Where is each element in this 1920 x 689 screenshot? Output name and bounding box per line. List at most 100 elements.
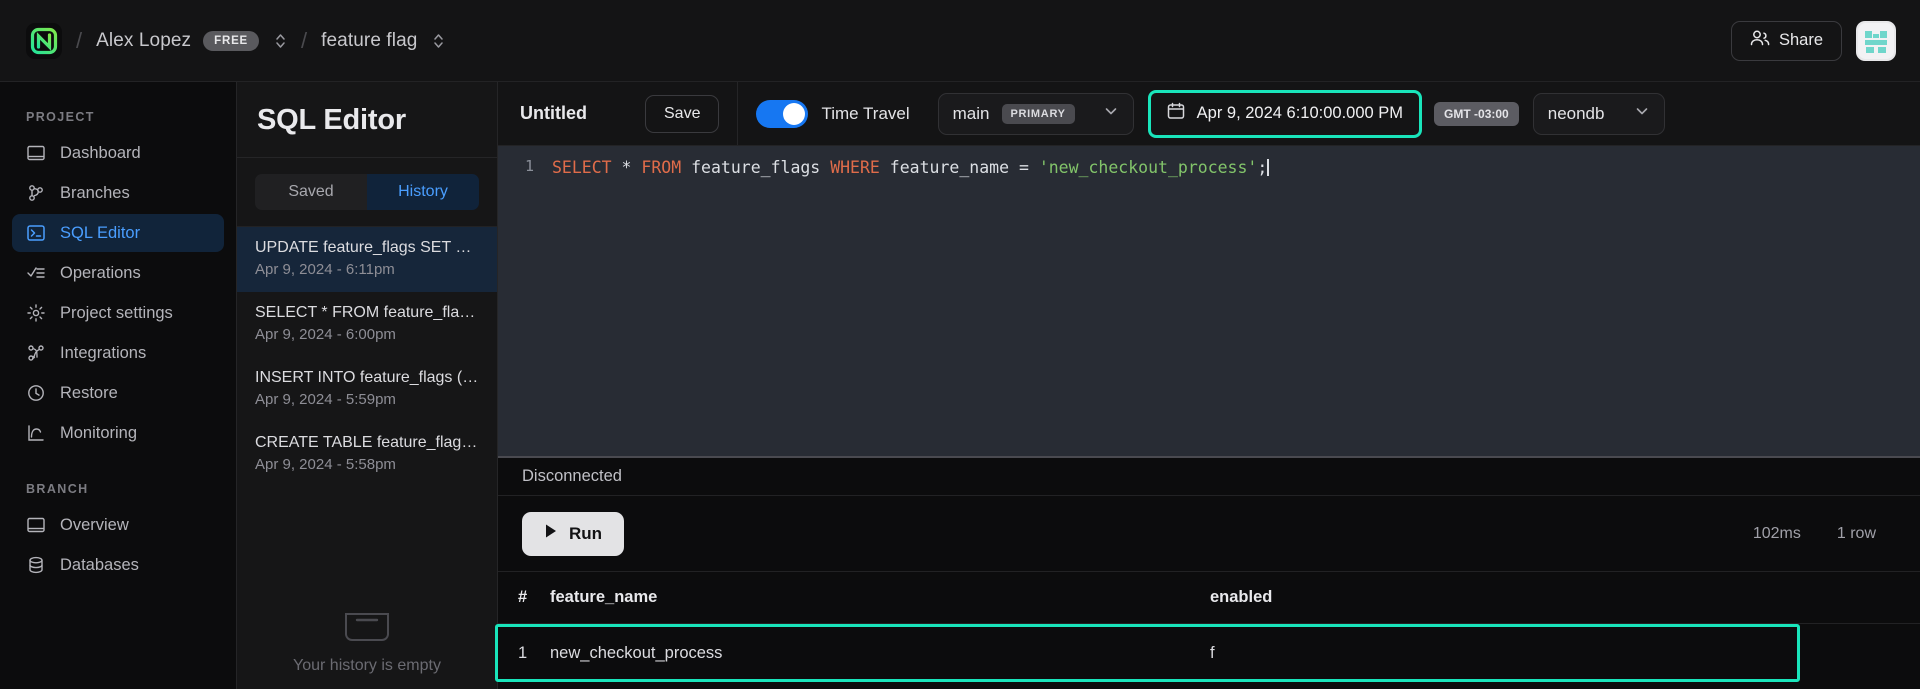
account-switcher-icon[interactable] <box>273 31 287 51</box>
tab-history[interactable]: History <box>367 174 479 210</box>
history-timestamp: Apr 9, 2024 - 6:00pm <box>255 326 479 343</box>
body-container: PROJECT Dashboard Branches SQL Editor <box>0 82 1920 689</box>
page-title: SQL Editor <box>237 82 497 158</box>
datetime-picker[interactable]: Apr 9, 2024 6:10:00.000 PM <box>1153 95 1417 133</box>
save-button[interactable]: Save <box>645 95 719 133</box>
share-button[interactable]: Share <box>1731 21 1842 61</box>
database-icon <box>26 555 46 575</box>
integrations-icon <box>26 343 46 363</box>
breadcrumb-separator-1: / <box>76 28 82 54</box>
branch-segment: main PRIMARY <box>928 82 1140 145</box>
sidebar-item-operations[interactable]: Operations <box>12 254 224 292</box>
history-query: UPDATE feature_flags SET ena… <box>255 239 479 257</box>
branch-primary-tag: PRIMARY <box>1002 104 1075 124</box>
history-list: UPDATE feature_flags SET ena… Apr 9, 202… <box>237 226 497 689</box>
sidebar-item-label: SQL Editor <box>60 224 140 243</box>
list-item[interactable]: SELECT * FROM feature_flags … Apr 9, 202… <box>237 292 497 357</box>
sidebar-item-branches[interactable]: Branches <box>12 174 224 212</box>
sidebar-item-label: Project settings <box>60 304 173 323</box>
list-item[interactable]: CREATE TABLE feature_flags ( f… Apr 9, 2… <box>237 422 497 487</box>
code-editor[interactable]: 1 SELECT * FROM feature_flags WHERE feat… <box>498 146 1920 456</box>
column-header-index: # <box>498 588 550 607</box>
gear-icon <box>26 303 46 323</box>
project-name[interactable]: feature flag <box>321 30 417 52</box>
sql-query-line: SELECT * FROM feature_flags WHERE featur… <box>552 158 1267 177</box>
sidebar-item-label: Dashboard <box>60 144 141 163</box>
dashboard-icon <box>26 143 46 163</box>
editor-panel-tabs: Saved History <box>237 158 497 226</box>
branch-name: main <box>953 104 990 124</box>
plan-badge: FREE <box>203 31 259 51</box>
connection-status: Disconnected <box>498 456 1920 496</box>
database-selector[interactable]: neondb <box>1533 93 1666 135</box>
sql-editor-panel: SQL Editor Saved History UPDATE feature_… <box>236 82 498 689</box>
results-table: # feature_name enabled 1 new_checkout_pr… <box>498 572 1920 689</box>
people-icon <box>1750 29 1770 52</box>
code-text-area[interactable]: SELECT * FROM feature_flags WHERE featur… <box>544 146 1920 456</box>
database-name: neondb <box>1548 104 1605 124</box>
column-header-enabled: enabled <box>1210 588 1920 607</box>
document-title[interactable]: Untitled <box>520 103 587 124</box>
list-item[interactable]: INSERT INTO feature_flags (fe… Apr 9, 20… <box>237 357 497 422</box>
account-name[interactable]: Alex Lopez <box>96 30 191 52</box>
list-item[interactable]: UPDATE feature_flags SET ena… Apr 9, 202… <box>237 227 497 292</box>
column-header-feature-name: feature_name <box>550 588 1210 607</box>
sidebar-item-label: Overview <box>60 516 129 535</box>
sidebar-item-label: Restore <box>60 384 118 403</box>
sidebar-item-project-settings[interactable]: Project settings <box>12 294 224 332</box>
table-row[interactable]: 1 new_checkout_process f <box>498 627 1797 679</box>
sidebar-item-restore[interactable]: Restore <box>12 374 224 412</box>
breadcrumb-separator-2: / <box>301 28 307 54</box>
tab-saved[interactable]: Saved <box>255 174 367 210</box>
query-duration: 102ms <box>1753 525 1801 543</box>
run-button[interactable]: Run <box>522 512 624 556</box>
empty-history-state: Your history is empty <box>237 612 497 689</box>
history-query: INSERT INTO feature_flags (fe… <box>255 369 479 387</box>
result-row-highlight: 1 new_checkout_process f <box>495 624 1800 682</box>
sidebar-item-label: Monitoring <box>60 424 137 443</box>
sidebar-item-label: Operations <box>60 264 141 283</box>
neon-logo-icon[interactable] <box>26 23 62 59</box>
sidebar-item-label: Databases <box>60 556 139 575</box>
cell-enabled: f <box>1210 644 1797 663</box>
time-travel-date-highlight: Apr 9, 2024 6:10:00.000 PM <box>1148 90 1422 138</box>
datetime-segment: Apr 9, 2024 6:10:00.000 PM GMT -03:00 <box>1140 82 1519 145</box>
sidebar-item-dashboard[interactable]: Dashboard <box>12 134 224 172</box>
sidebar-item-sql-editor[interactable]: SQL Editor <box>12 214 224 252</box>
history-timestamp: Apr 9, 2024 - 5:58pm <box>255 456 479 473</box>
line-number-gutter: 1 <box>498 146 544 456</box>
branches-icon <box>26 183 46 203</box>
calendar-icon <box>1167 102 1185 125</box>
project-switcher-icon[interactable] <box>431 31 445 51</box>
row-count: 1 row <box>1837 525 1876 543</box>
branch-selector[interactable]: main PRIMARY <box>938 93 1134 135</box>
sidebar-item-overview[interactable]: Overview <box>12 506 224 544</box>
chevron-down-icon <box>1634 103 1650 124</box>
text-caret <box>1267 159 1269 176</box>
operations-icon <box>26 263 46 283</box>
history-query: SELECT * FROM feature_flags … <box>255 304 479 322</box>
run-label: Run <box>569 524 602 544</box>
app-root: / Alex Lopez FREE / feature flag Share <box>0 0 1920 689</box>
history-timestamp: Apr 9, 2024 - 5:59pm <box>255 391 479 408</box>
sidebar-item-integrations[interactable]: Integrations <box>12 334 224 372</box>
history-timestamp: Apr 9, 2024 - 6:11pm <box>255 261 479 278</box>
toggle-knob <box>783 103 805 125</box>
sidebar-branch-heading: BRANCH <box>12 482 224 496</box>
line-number: 1 <box>525 157 534 175</box>
time-travel-toggle[interactable] <box>756 100 808 128</box>
database-segment: neondb <box>1519 82 1686 145</box>
table-header-row: # feature_name enabled <box>498 572 1920 624</box>
timezone-badge: GMT -03:00 <box>1434 102 1519 126</box>
history-query: CREATE TABLE feature_flags ( f… <box>255 434 479 452</box>
cell-index: 1 <box>498 644 550 663</box>
overview-icon <box>26 515 46 535</box>
time-travel-label: Time Travel <box>821 104 909 124</box>
monitoring-chart-icon <box>26 423 46 443</box>
sql-editor-icon <box>26 223 46 243</box>
avatar[interactable] <box>1856 21 1896 61</box>
document-segment: Untitled Save <box>498 82 737 145</box>
sidebar-item-monitoring[interactable]: Monitoring <box>12 414 224 452</box>
sidebar-item-label: Branches <box>60 184 130 203</box>
sidebar-item-databases[interactable]: Databases <box>12 546 224 584</box>
